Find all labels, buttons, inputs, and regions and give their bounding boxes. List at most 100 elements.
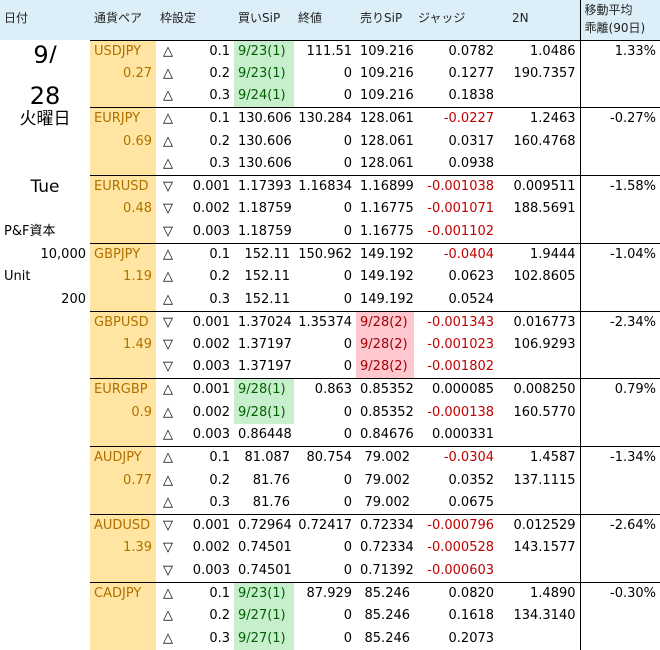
pair-cell[interactable] (90, 559, 156, 583)
frame-value[interactable]: 0.1 (180, 581, 235, 605)
pair-cell[interactable] (90, 627, 156, 650)
judge-value[interactable]: 0.000331 (414, 424, 498, 447)
sell-sip-value[interactable]: 128.061 (356, 130, 414, 153)
header-pair[interactable]: 通貨ペア (90, 0, 156, 40)
sell-sip-value[interactable]: 109.216 (356, 85, 414, 108)
frame-value[interactable]: 0.1 (180, 242, 235, 266)
buy-sip-value[interactable]: 0.74501 (234, 560, 294, 583)
sell-sip-value[interactable]: 149.192 (356, 242, 415, 266)
judge-value[interactable]: -0.001071 (414, 198, 498, 221)
pair-value[interactable]: 1.19 (90, 265, 156, 289)
left-panel-cell[interactable] (0, 469, 90, 492)
sell-sip-value[interactable]: 79.002 (356, 469, 414, 492)
n2-value[interactable]: 1.9444 (498, 242, 581, 266)
pair-name[interactable]: EURJPY (90, 107, 156, 131)
judge-value[interactable]: -0.000796 (414, 513, 499, 538)
frame-value[interactable]: 0.2 (180, 266, 234, 289)
header-date[interactable]: 日付 (0, 0, 90, 40)
judge-value[interactable]: -0.000603 (414, 560, 498, 583)
buy-sip-value[interactable]: 130.606 (234, 153, 294, 176)
judge-value[interactable]: 0.0524 (414, 289, 498, 312)
frame-value[interactable]: 0.3 (180, 289, 234, 312)
ma-deviation-value[interactable] (579, 198, 660, 221)
buy-sip-value[interactable]: 130.606 (234, 107, 295, 131)
close-value[interactable]: 0 (294, 85, 356, 108)
ma-deviation-value[interactable] (579, 424, 660, 447)
close-value[interactable]: 111.51 (294, 39, 357, 63)
header-2n[interactable]: 2N (498, 0, 581, 40)
sell-sip-value[interactable]: 128.061 (356, 107, 415, 131)
buy-sip-value[interactable]: 9/24(1) (234, 85, 295, 108)
left-panel-cell[interactable] (0, 63, 90, 86)
left-panel-cell[interactable] (0, 627, 90, 650)
buy-sip-value[interactable]: 1.18759 (234, 198, 294, 221)
sell-sip-value[interactable]: 0.72334 (356, 513, 415, 538)
judge-value[interactable]: 0.0352 (414, 469, 498, 492)
judge-value[interactable]: -0.0404 (414, 242, 499, 266)
close-value[interactable]: 0 (294, 221, 356, 244)
left-panel-cell[interactable] (0, 582, 90, 605)
header-buy-sip[interactable]: 買いSiP (234, 0, 295, 40)
pair-value[interactable]: 0.77 (90, 469, 156, 492)
ma-deviation-value[interactable] (579, 62, 660, 86)
n2-value[interactable]: 137.1115 (498, 469, 580, 492)
ma-deviation-value[interactable] (579, 85, 660, 108)
date-month[interactable]: 9/ (0, 40, 90, 63)
judge-value[interactable]: 0.000085 (414, 378, 499, 402)
n2-value[interactable]: 143.1577 (498, 537, 580, 560)
left-panel-cell[interactable] (0, 379, 90, 402)
left-panel-cell[interactable] (0, 130, 90, 153)
close-value[interactable]: 1.16834 (294, 175, 357, 199)
left-panel-cell[interactable] (0, 198, 90, 221)
frame-value[interactable]: 0.002 (180, 537, 234, 560)
buy-sip-value[interactable]: 9/27(1) (234, 627, 295, 650)
frame-value[interactable]: 0.003 (180, 221, 234, 244)
left-panel-cell[interactable] (0, 356, 90, 379)
frame-value[interactable]: 0.002 (180, 402, 234, 425)
frame-value[interactable]: 0.3 (180, 85, 234, 108)
header-frame[interactable]: 枠設定 (156, 0, 235, 40)
unit-label[interactable]: Unit (0, 266, 90, 289)
pair-cell[interactable] (90, 152, 156, 176)
pair-value[interactable]: 0.27 (90, 62, 156, 86)
left-panel-cell[interactable] (0, 334, 90, 357)
frame-value[interactable]: 0.2 (180, 605, 234, 628)
judge-value[interactable]: -0.000138 (414, 402, 498, 425)
sell-sip-value[interactable]: 0.72334 (356, 537, 414, 560)
ma-deviation-value[interactable] (579, 491, 660, 515)
frame-value[interactable]: 0.3 (180, 492, 234, 515)
sell-sip-value[interactable]: 109.216 (356, 39, 415, 63)
frame-value[interactable]: 0.2 (180, 63, 234, 86)
left-panel-cell[interactable] (0, 514, 90, 537)
ma-deviation-value[interactable] (579, 356, 660, 379)
left-panel-cell[interactable] (0, 447, 90, 470)
close-value[interactable]: 0 (294, 334, 356, 357)
ma-deviation-value[interactable] (579, 559, 660, 583)
weekday-en[interactable]: Tue (0, 176, 90, 199)
ma-deviation-value[interactable]: 1.33% (579, 39, 660, 63)
frame-value[interactable]: 0.001 (180, 378, 235, 402)
n2-value[interactable]: 102.8605 (498, 266, 580, 289)
close-value[interactable]: 0.72417 (294, 513, 357, 538)
left-panel-cell[interactable] (0, 560, 90, 583)
ma-deviation-value[interactable] (579, 288, 660, 312)
pair-value[interactable]: 0.69 (90, 130, 156, 153)
close-value[interactable]: 0 (294, 627, 356, 650)
judge-value[interactable]: 0.1618 (414, 605, 498, 628)
close-value[interactable]: 0 (294, 605, 356, 628)
close-value[interactable]: 0 (294, 356, 356, 379)
buy-sip-value[interactable]: 9/28(1) (234, 378, 295, 402)
sell-sip-value[interactable]: 85.246 (356, 627, 414, 650)
frame-value[interactable]: 0.1 (180, 446, 235, 470)
pair-name[interactable]: EURUSD (90, 175, 156, 199)
ma-deviation-value[interactable]: -1.34% (579, 446, 660, 470)
buy-sip-value[interactable]: 0.86448 (234, 424, 294, 447)
close-value[interactable]: 0 (294, 469, 356, 492)
ma-deviation-value[interactable]: 0.79% (579, 378, 660, 402)
capital-label[interactable]: P&F資本 (0, 221, 90, 244)
pair-cell[interactable] (90, 220, 156, 244)
judge-value[interactable]: 0.2073 (414, 627, 498, 650)
buy-sip-value[interactable]: 9/28(1) (234, 401, 295, 425)
sell-sip-value[interactable]: 85.246 (356, 605, 414, 628)
judge-value[interactable]: -0.0304 (414, 446, 499, 470)
